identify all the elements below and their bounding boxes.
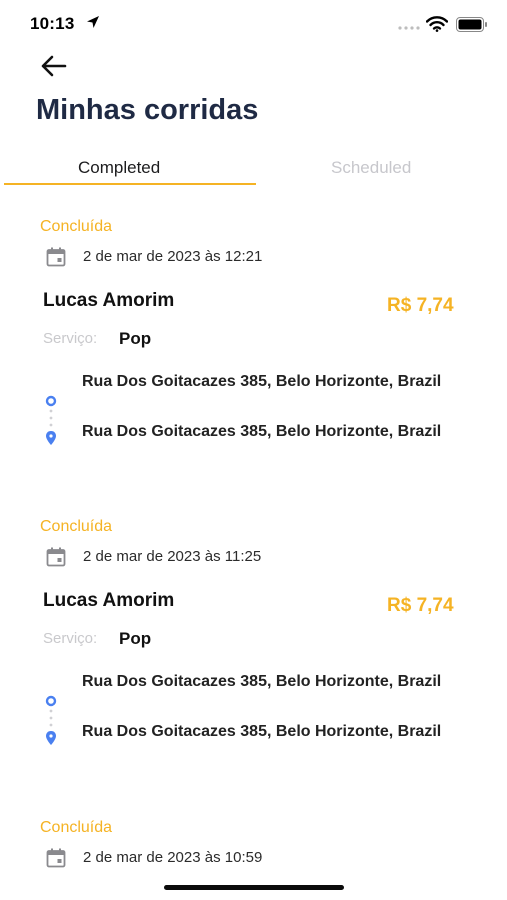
ride-price: R$ 7,74 bbox=[387, 295, 454, 316]
signal-dots-icon bbox=[398, 26, 420, 30]
service-value: Pop bbox=[119, 629, 152, 648]
back-button[interactable] bbox=[38, 52, 70, 80]
ride-tabs: Completed Scheduled bbox=[0, 150, 507, 190]
battery-icon bbox=[456, 17, 487, 32]
back-arrow-icon bbox=[41, 55, 67, 77]
driver-name: Lucas Amorim bbox=[43, 590, 175, 611]
calendar-icon bbox=[46, 247, 66, 267]
tab-scheduled[interactable]: Scheduled bbox=[331, 158, 411, 178]
service-label: Serviço: bbox=[43, 630, 98, 647]
ride-card[interactable]: Concluída 2 de mar de 2023 às 12:21 Luca… bbox=[0, 218, 507, 518]
ride-status: Concluída bbox=[40, 518, 113, 535]
ride-price: R$ 7,74 bbox=[387, 595, 454, 616]
origin-marker-icon bbox=[45, 695, 57, 707]
ride-status: Concluída bbox=[40, 218, 113, 235]
destination-address: Rua Dos Goitacazes 385, Belo Horizonte, … bbox=[82, 723, 442, 740]
origin-address: Rua Dos Goitacazes 385, Belo Horizonte, … bbox=[82, 373, 442, 390]
home-indicator bbox=[164, 885, 344, 890]
ride-date: 2 de mar de 2023 às 10:59 bbox=[83, 849, 263, 866]
status-bar: 10:13 bbox=[0, 0, 507, 50]
destination-address: Rua Dos Goitacazes 385, Belo Horizonte, … bbox=[82, 423, 442, 440]
calendar-icon bbox=[46, 547, 66, 567]
wifi-icon bbox=[426, 16, 448, 32]
driver-name: Lucas Amorim bbox=[43, 290, 175, 311]
destination-pin-icon bbox=[46, 731, 56, 745]
destination-pin-icon bbox=[46, 431, 56, 445]
ride-card[interactable]: Concluída 2 de mar de 2023 às 11:25 Luca… bbox=[0, 518, 507, 818]
status-time: 10:13 bbox=[30, 14, 75, 33]
active-tab-indicator bbox=[4, 183, 256, 185]
ride-date: 2 de mar de 2023 às 12:21 bbox=[83, 248, 263, 265]
service-label: Serviço: bbox=[43, 330, 98, 347]
location-arrow-icon bbox=[87, 16, 99, 28]
service-value: Pop bbox=[119, 329, 152, 348]
origin-marker-icon bbox=[45, 395, 57, 407]
tab-completed[interactable]: Completed bbox=[78, 158, 160, 178]
origin-address: Rua Dos Goitacazes 385, Belo Horizonte, … bbox=[82, 673, 442, 690]
calendar-icon bbox=[46, 848, 66, 868]
ride-date: 2 de mar de 2023 às 11:25 bbox=[83, 548, 262, 565]
ride-status: Concluída bbox=[40, 819, 113, 836]
route-markers bbox=[45, 695, 57, 745]
page-title: Minhas corridas bbox=[36, 94, 259, 126]
route-markers bbox=[45, 395, 57, 445]
